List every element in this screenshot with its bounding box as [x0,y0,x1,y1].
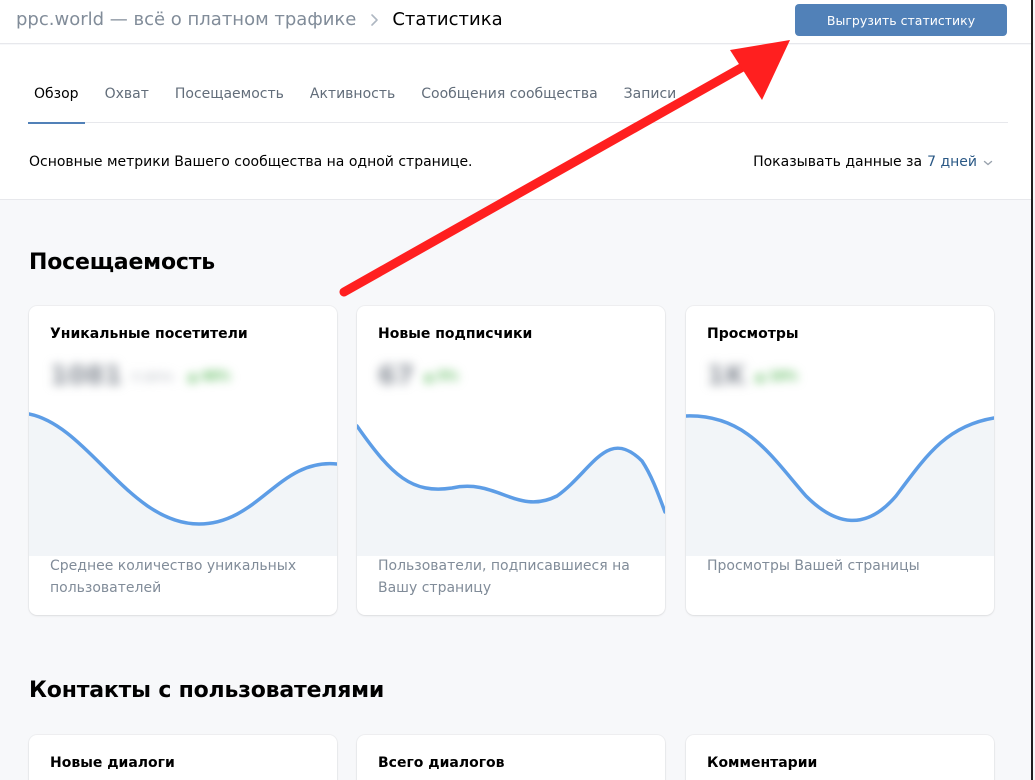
tab-activity[interactable]: Активность [304,83,401,123]
card-views[interactable]: Просмотры 1K ▲ 10% Просмотры Вашей страни… [686,306,994,615]
card-description: Пользователи, подписавшиеся на Вашу стра… [378,558,630,596]
breadcrumb-community-link[interactable]: ppc.world — всё о платном трафике [16,8,356,32]
card-new-dialogs[interactable]: Новые диалоги [29,735,337,780]
card-title: Всего диалогов [378,755,505,771]
period-label: Показывать данные за [753,154,923,170]
tab-community-messages[interactable]: Сообщения сообщества [415,83,603,123]
tabs-panel: Обзор Охват Посещаемость Активность Сооб… [0,45,1031,200]
page-description: Основные метрики Вашего сообщества на од… [29,154,473,170]
statistics-page: ppc.world — всё о платном трафике Статис… [0,0,1033,780]
card-description: Просмотры Вашей страницы [707,558,920,574]
tab-attendance[interactable]: Посещаемость [169,83,290,123]
chevron-right-icon [370,13,380,27]
blurred-metric-value: 1081 в день ▲ 40% [50,361,230,391]
card-comments[interactable]: Комментарии [686,735,994,780]
sparkline-chart [29,412,337,556]
page-header: ppc.world — всё о платном трафике Статис… [0,0,1031,44]
card-title: Новые диалоги [50,755,175,771]
export-statistics-button[interactable]: Выгрузить статистику [795,4,1007,36]
tab-overview[interactable]: Обзор [28,83,85,124]
card-description: Среднее количество уникальных пользовате… [50,558,297,596]
blurred-metric-value: 67 ▲ 5% [378,361,458,391]
section-title-contacts: Контакты с пользователями [29,678,385,703]
card-title: Просмотры [707,326,799,342]
blurred-metric-value: 1K ▲ 10% [707,361,798,391]
period-dropdown[interactable]: 7 дней [927,154,977,170]
section-title-attendance: Посещаемость [29,250,215,275]
sparkline-chart [357,424,665,556]
card-title: Уникальные посетители [50,326,248,342]
tab-bar: Обзор Охват Посещаемость Активность Сооб… [28,83,1008,124]
sparkline-chart [686,414,994,556]
tab-reach[interactable]: Охват [99,83,155,123]
card-title: Новые подписчики [378,326,533,342]
sparkline-area [357,426,665,556]
breadcrumb-current-page: Статистика [392,9,503,30]
chevron-down-icon[interactable] [983,159,993,167]
period-selector: Показывать данные за 7 дней [753,154,993,170]
breadcrumb: ppc.world — всё о платном трафике Статис… [16,8,503,32]
card-title: Комментарии [707,755,818,771]
card-unique-visitors[interactable]: Уникальные посетители 1081 в день ▲ 40% Ср… [29,306,337,615]
sparkline-area [29,414,337,556]
card-total-dialogs[interactable]: Всего диалогов [357,735,665,780]
card-new-subscribers[interactable]: Новые подписчики 67 ▲ 5% Пользователи, по… [357,306,665,615]
tab-posts[interactable]: Записи [618,83,683,123]
